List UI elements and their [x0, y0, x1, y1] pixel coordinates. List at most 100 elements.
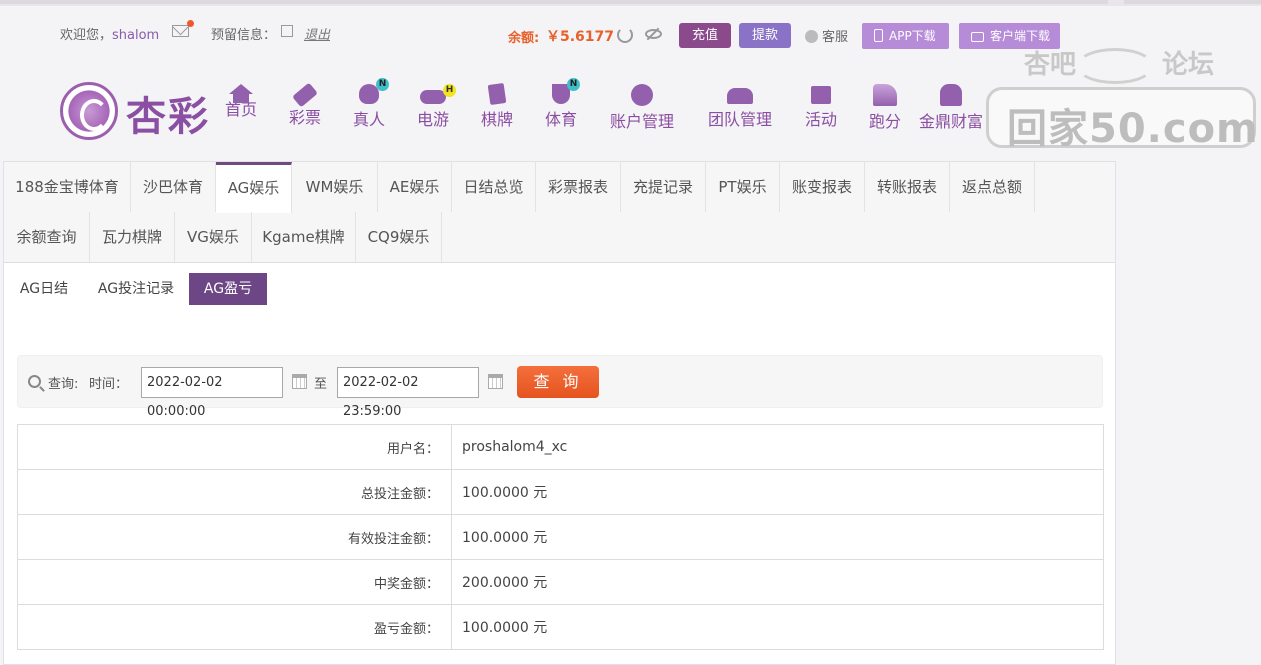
start-time-input[interactable]: 2022-02-02 00:00:00	[141, 367, 283, 419]
username[interactable]: shalom	[112, 28, 159, 43]
live-dealer-icon: N	[359, 78, 389, 104]
new-badge: N	[567, 78, 580, 91]
nav-live[interactable]: N 真人	[348, 78, 390, 130]
tab-daily-overview[interactable]: 日结总览	[452, 162, 536, 212]
nav-team[interactable]: 团队管理	[704, 84, 776, 130]
tab-transfer-report[interactable]: 转账报表	[865, 162, 950, 212]
subtab-ag-daily[interactable]: AG日结	[8, 273, 80, 305]
phone-icon	[874, 29, 883, 42]
hot-badge: H	[443, 84, 456, 97]
mail-icon[interactable]	[172, 20, 194, 37]
table-row: 用户名： proshalom4_xc	[17, 424, 1104, 470]
nav-home[interactable]: 首页	[220, 84, 262, 120]
subtab-ag-profit-loss[interactable]: AG盈亏	[189, 273, 267, 305]
tab-ae-entertainment[interactable]: AE娱乐	[378, 162, 452, 212]
report-panel: 188金宝博体育 沙巴体育 AG娱乐 WM娱乐 AE娱乐 日结总览 彩票报表 充…	[3, 161, 1116, 665]
row-label: 有效投注金额：	[17, 514, 452, 560]
time-label: 时间：	[89, 377, 129, 392]
profit-loss-table: 用户名： proshalom4_xc 总投注金额： 100.0000 元 有效投…	[17, 424, 1104, 650]
row-value: 100.0000 元	[451, 469, 1104, 515]
tab-wali-chess[interactable]: 瓦力棋牌	[90, 212, 175, 262]
app-download-button[interactable]: APP下载	[862, 23, 949, 49]
watermark-text-left: 杏吧	[1024, 50, 1077, 80]
tab-account-change-report[interactable]: 账变报表	[780, 162, 865, 212]
nav-wealth[interactable]: 金鼎财富	[916, 84, 986, 132]
trophy-icon: N	[552, 78, 580, 104]
balance-label: 余额:	[508, 31, 540, 46]
tab-188bet-sports[interactable]: 188金宝博体育	[4, 162, 131, 212]
monitor-icon	[971, 32, 984, 42]
to-label: 至	[314, 377, 328, 392]
row-label: 总投注金额：	[17, 469, 452, 515]
lottery-ticket-icon	[292, 82, 318, 108]
reserved-info-label: 预留信息：	[211, 28, 277, 43]
tab-kgame-chess[interactable]: Kgame棋牌	[252, 212, 356, 262]
report-tabs: 188金宝博体育 沙巴体育 AG娱乐 WM娱乐 AE娱乐 日结总览 彩票报表 充…	[4, 162, 1115, 263]
unread-dot	[187, 20, 194, 27]
team-icon	[727, 88, 753, 104]
forum-watermark: 杏吧 论坛 回家50.com	[986, 44, 1258, 152]
tab-lottery-report[interactable]: 彩票报表	[536, 162, 621, 212]
nav-activity[interactable]: 活动	[800, 84, 842, 130]
recharge-button[interactable]: 充值	[679, 23, 731, 48]
tab-ag-entertainment[interactable]: AG娱乐	[216, 162, 292, 213]
yen-coin-icon	[631, 84, 653, 106]
query-button[interactable]: 查 询	[517, 366, 599, 398]
tab-cq9-entertainment[interactable]: CQ9娱乐	[356, 212, 442, 262]
watermark-text-right: 论坛	[1162, 50, 1215, 80]
table-row: 中奖金额： 200.0000 元	[17, 559, 1104, 605]
racing-icon	[873, 84, 897, 106]
treasure-icon	[940, 84, 962, 106]
customer-service-link[interactable]: 客服	[805, 26, 848, 45]
welcome-text: 欢迎您，shalom	[60, 28, 160, 43]
headset-icon	[805, 30, 818, 43]
row-value: 200.0000 元	[451, 559, 1104, 605]
tab-pt-entertainment[interactable]: PT娱乐	[706, 162, 780, 212]
calendar-icon[interactable]	[488, 374, 503, 389]
nav-chess[interactable]: 棋牌	[476, 82, 518, 130]
top-strip	[0, 0, 1261, 6]
edit-icon[interactable]	[281, 25, 293, 37]
tab-saba-sports[interactable]: 沙巴体育	[131, 162, 216, 212]
nav-lottery[interactable]: 彩票	[284, 82, 326, 128]
table-row: 有效投注金额： 100.0000 元	[17, 514, 1104, 560]
tab-balance-query[interactable]: 余额查询	[4, 212, 90, 262]
nav-account[interactable]: 账户管理	[606, 84, 678, 132]
nav-running-score[interactable]: 跑分	[864, 84, 906, 132]
watermark-site: 回家50.com	[1007, 106, 1259, 152]
row-value: 100.0000 元	[451, 514, 1104, 560]
logout-link[interactable]: 退出	[304, 24, 330, 43]
home-icon	[229, 84, 253, 103]
gamepad-icon: H	[420, 84, 456, 104]
query-bar: 查询: 时间： 2022-02-02 00:00:00 至 2022-02-02…	[17, 355, 1103, 419]
refresh-icon[interactable]	[617, 27, 633, 43]
balance-value: ￥5.6177	[546, 29, 615, 45]
cards-icon	[487, 82, 507, 106]
top-strip-segment	[1124, 0, 1261, 4]
table-row: 盈亏金额： 100.0000 元	[17, 604, 1104, 650]
nav-egame[interactable]: H 电游	[412, 84, 456, 130]
tab-deposit-withdraw-records[interactable]: 充提记录	[621, 162, 706, 212]
logo-emblem	[60, 82, 118, 140]
calendar-icon[interactable]	[292, 374, 307, 389]
search-icon	[28, 375, 41, 388]
subtab-ag-bet-records[interactable]: AG投注记录	[88, 273, 184, 305]
tab-vg-entertainment[interactable]: VG娱乐	[175, 212, 252, 262]
row-label: 中奖金额：	[17, 559, 452, 605]
tab-wm-entertainment[interactable]: WM娱乐	[292, 162, 378, 212]
hide-balance-icon[interactable]	[645, 29, 662, 39]
end-time-input[interactable]: 2022-02-02 23:59:00	[337, 367, 479, 419]
logo-text: 杏彩	[126, 93, 210, 140]
gift-icon	[811, 86, 831, 104]
row-value: proshalom4_xc	[451, 424, 1104, 470]
watermark-box: 回家50.com	[986, 87, 1258, 152]
withdraw-button[interactable]: 提款	[739, 23, 791, 48]
top-strip-segment	[0, 0, 1108, 4]
nav-sports[interactable]: N 体育	[540, 78, 582, 130]
tab-rebate-total[interactable]: 返点总额	[950, 162, 1035, 212]
query-label: 查询:	[48, 377, 79, 392]
row-value: 100.0000 元	[451, 604, 1104, 650]
table-row: 总投注金额： 100.0000 元	[17, 469, 1104, 515]
row-label: 盈亏金额：	[17, 604, 452, 650]
row-label: 用户名：	[17, 424, 452, 470]
